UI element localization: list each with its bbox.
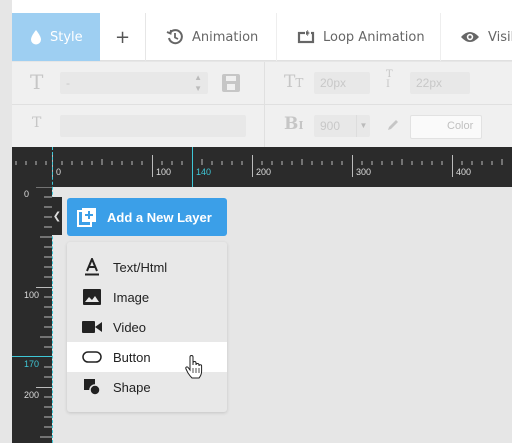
tab-visibility[interactable]: Visib xyxy=(460,13,512,61)
menu-item-label: Button xyxy=(113,349,151,365)
tab-style[interactable]: Style xyxy=(12,13,100,61)
menu-item-image[interactable]: Image xyxy=(67,282,227,312)
plus-icon: + xyxy=(114,26,131,48)
ruler-label: 100 xyxy=(24,290,40,300)
tab-visibility-label: Visib xyxy=(488,29,512,45)
editor-tab-bar: Style + Animation Loop Animation Visib xyxy=(0,0,512,61)
font-size-input[interactable]: 20px xyxy=(314,72,370,94)
ruler-ticks xyxy=(36,187,52,438)
font-weight-icon: BI xyxy=(284,114,304,134)
tab-loop-animation[interactable]: Loop Animation xyxy=(297,13,425,61)
menu-item-label: Image xyxy=(113,289,150,305)
menu-item-label: Shape xyxy=(113,379,151,395)
image-icon xyxy=(81,287,103,307)
guide-line-horizontal-marker xyxy=(12,356,52,357)
add-new-layer-label: Add a New Layer xyxy=(107,209,212,225)
ruler-label: 0 xyxy=(56,167,62,177)
ruler-label: 0 xyxy=(24,189,30,199)
text-style-row: T BI 900 ▼ Color xyxy=(12,105,512,147)
menu-item-label: Video xyxy=(113,319,147,335)
guide-line-vertical-marker xyxy=(192,147,193,187)
text-icon xyxy=(81,257,103,277)
ruler-label: 200 xyxy=(24,390,40,400)
chevron-left-icon: ❮ xyxy=(52,210,62,222)
hand-cursor-icon xyxy=(185,354,203,383)
divider xyxy=(264,62,265,104)
shape-icon xyxy=(81,377,103,397)
line-height-input[interactable]: 22px xyxy=(410,72,470,94)
loop-icon xyxy=(297,30,315,44)
text-transform-icon: T xyxy=(32,115,42,131)
droplet-icon xyxy=(30,29,42,45)
font-family-select[interactable]: - ▲ ▼ xyxy=(60,72,208,94)
horizontal-ruler[interactable]: 0 100 140 200 300 400 xyxy=(12,147,512,187)
tab-animation-label: Animation xyxy=(192,29,259,45)
ruler-label: 400 xyxy=(456,167,472,177)
font-properties-row: T - ▲ ▼ TT 20px TI 22px xyxy=(12,62,512,104)
add-new-layer-button[interactable]: Add a New Layer xyxy=(67,198,227,236)
button-icon xyxy=(81,347,103,367)
pencil-icon xyxy=(386,117,400,136)
tab-divider xyxy=(440,13,441,61)
ruler-label: 200 xyxy=(256,167,272,177)
ruler-label: 100 xyxy=(156,167,172,177)
ruler-label: 300 xyxy=(356,167,372,177)
ruler-label-marker: 170 xyxy=(24,359,40,369)
menu-item-label: Text/Html xyxy=(113,259,168,275)
eye-icon xyxy=(460,30,480,44)
canvas-guide-line xyxy=(52,147,53,443)
menu-item-shape[interactable]: Shape xyxy=(67,372,227,402)
color-picker[interactable]: Color xyxy=(410,115,482,139)
font-weight-select[interactable]: 900 ▼ xyxy=(314,115,370,137)
select-arrows-icon: ▲ ▼ xyxy=(194,73,202,93)
tab-style-label: Style xyxy=(50,29,83,45)
add-style-button[interactable]: + xyxy=(100,13,146,61)
menu-item-button[interactable]: Button xyxy=(67,342,227,372)
ruler-label-marker: 140 xyxy=(196,167,212,177)
video-icon xyxy=(81,317,103,337)
layer-type-menu: Text/Html Image Video Button Shape xyxy=(67,242,227,412)
history-icon xyxy=(166,28,184,46)
tab-loop-animation-label: Loop Animation xyxy=(323,29,425,45)
text-transform-field[interactable] xyxy=(60,115,246,137)
font-size-icon: TT xyxy=(284,72,304,92)
tab-divider xyxy=(276,13,277,61)
menu-item-text-html[interactable]: Text/Html xyxy=(67,252,227,282)
line-height-icon: TI xyxy=(386,69,393,90)
divider xyxy=(264,105,265,147)
collapse-panel-button[interactable]: ❮ xyxy=(52,197,62,235)
save-icon[interactable] xyxy=(222,74,240,92)
chevron-down-icon: ▼ xyxy=(356,115,370,137)
add-layer-icon xyxy=(77,207,97,227)
tab-animation[interactable]: Animation xyxy=(166,13,258,61)
vertical-ruler[interactable]: 0 100 170 200 xyxy=(12,187,52,443)
font-family-icon: T xyxy=(30,70,44,94)
color-label: Color xyxy=(447,120,474,132)
menu-item-video[interactable]: Video xyxy=(67,312,227,342)
